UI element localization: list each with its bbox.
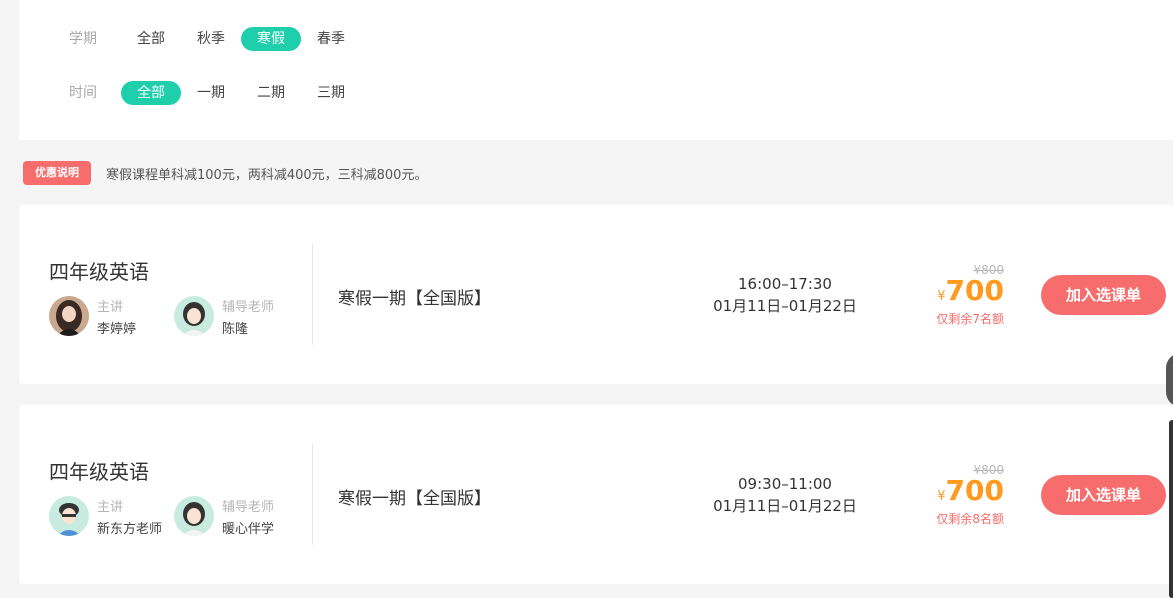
add-to-cart-button[interactable]: 加入选课单 — [1041, 475, 1166, 515]
tutor-role-label: 辅导老师 — [222, 500, 275, 515]
time-option-period-2[interactable]: 二期 — [249, 81, 293, 105]
term-option-autumn[interactable]: 秋季 — [189, 27, 233, 51]
course-title: 四年级英语 — [49, 260, 149, 284]
card-divider — [312, 243, 313, 345]
course-time: 09:30–11:00 — [738, 475, 832, 493]
course-term: 寒假一期【全国版】 — [338, 489, 491, 509]
currency-symbol: ¥ — [937, 489, 946, 504]
promo-bar: 优惠说明 寒假课程单科减100元，两科减400元，三科减800元。 — [23, 161, 427, 185]
lead-role-label: 主讲 — [97, 300, 124, 315]
tutor-name: 暖心伴学 — [222, 522, 275, 537]
time-filter-label: 时间 — [69, 85, 97, 101]
course-schedule: 09:30–11:00 01月11日–01月22日 — [685, 473, 885, 517]
currency-symbol: ¥ — [937, 289, 946, 304]
tutor-avatar — [174, 296, 214, 336]
term-option-winter[interactable]: 寒假 — [241, 27, 301, 51]
course-time: 16:00–17:30 — [738, 275, 832, 293]
time-option-all[interactable]: 全部 — [121, 81, 181, 105]
lead-teacher-avatar — [49, 296, 89, 336]
course-card: 四年级英语 主讲 新东方老师 辅导老师 暖心伴学 寒假一期【全国版】 09:30… — [19, 405, 1173, 584]
term-option-spring[interactable]: 春季 — [309, 27, 353, 51]
lead-teacher-name: 新东方老师 — [97, 522, 163, 537]
current-price-row: ¥700 — [899, 477, 1004, 511]
current-price-row: ¥700 — [899, 277, 1004, 311]
term-option-all[interactable]: 全部 — [129, 27, 173, 51]
filter-panel: 学期 全部 秋季 寒假 春季 时间 全部 一期 二期 三期 — [19, 0, 1173, 140]
course-dates: 01月11日–01月22日 — [713, 497, 857, 515]
term-filter-label: 学期 — [69, 31, 97, 47]
promo-text: 寒假课程单科减100元，两科减400元，三科减800元。 — [106, 167, 428, 183]
lead-teacher-name: 李婷婷 — [97, 322, 137, 337]
price-block: ¥800 ¥700 仅剩余8名额 — [899, 463, 1004, 527]
side-scroll-handle[interactable] — [1169, 420, 1173, 598]
course-schedule: 16:00–17:30 01月11日–01月22日 — [685, 273, 885, 317]
tutor-name: 陈隆 — [222, 322, 249, 337]
add-to-cart-button[interactable]: 加入选课单 — [1041, 275, 1166, 315]
current-price: 700 — [945, 274, 1004, 307]
time-option-period-1[interactable]: 一期 — [189, 81, 233, 105]
time-option-period-3[interactable]: 三期 — [309, 81, 353, 105]
current-price: 700 — [945, 474, 1004, 507]
tutor-role-label: 辅导老师 — [222, 300, 275, 315]
floating-widget[interactable] — [1166, 353, 1173, 407]
tutor-avatar — [174, 496, 214, 536]
card-divider — [312, 443, 313, 545]
lead-role-label: 主讲 — [97, 500, 124, 515]
remaining-seats: 仅剩余8名额 — [936, 512, 1004, 526]
lead-teacher-avatar — [49, 496, 89, 536]
course-title: 四年级英语 — [49, 460, 149, 484]
remaining-seats: 仅剩余7名额 — [936, 312, 1004, 326]
course-dates: 01月11日–01月22日 — [713, 297, 857, 315]
course-card: 四年级英语 主讲 李婷婷 辅导老师 陈隆 寒假一期【全国版】 16:00–17: — [19, 205, 1173, 384]
price-block: ¥800 ¥700 仅剩余7名额 — [899, 263, 1004, 327]
promo-tag: 优惠说明 — [23, 161, 91, 185]
course-term: 寒假一期【全国版】 — [338, 289, 491, 309]
